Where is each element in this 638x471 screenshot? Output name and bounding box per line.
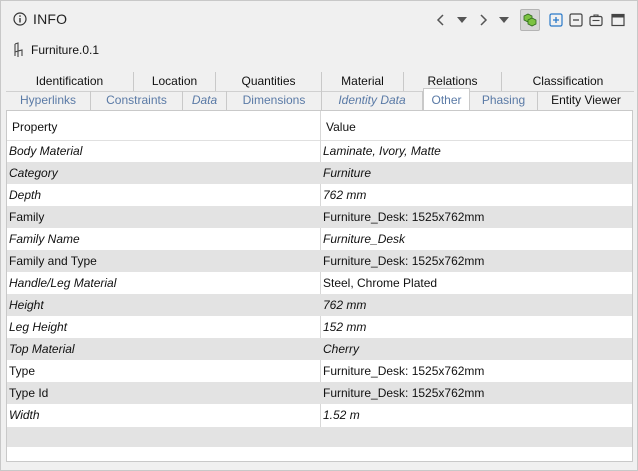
property-name: Family and Type (9, 254, 97, 268)
panel-toolbar (431, 9, 631, 31)
property-tabs: Identification Location Quantities Mater… (6, 72, 634, 111)
table-row[interactable]: Category Furniture (7, 162, 632, 184)
table-row[interactable]: Family and Type Furniture_Desk: 1525x762… (7, 250, 632, 272)
property-value: 1.52 m (323, 408, 360, 422)
tab-phasing[interactable]: Phasing (470, 91, 538, 110)
cubes-select-icon (523, 13, 537, 27)
window-toggle-button[interactable] (608, 9, 628, 31)
table-row[interactable]: Handle/Leg Material Steel, Chrome Plated (7, 272, 632, 294)
property-value: 152 mm (323, 320, 367, 334)
column-header-value[interactable]: Value (326, 111, 356, 140)
property-name: Depth (9, 188, 42, 202)
property-value: Furniture_Desk (323, 232, 406, 246)
expand-all-icon (549, 13, 563, 27)
property-value: Furniture_Desk: 1525x762mm (323, 386, 485, 400)
property-name: Category (9, 166, 58, 180)
property-name: Family (9, 210, 45, 224)
tab-location[interactable]: Location (134, 72, 216, 91)
briefcase-icon (589, 14, 603, 27)
tab-data[interactable]: Data (183, 91, 227, 110)
empty-row (7, 427, 632, 447)
forward-icon (480, 14, 488, 26)
chair-icon (14, 42, 23, 57)
back-history-dropdown[interactable] (452, 9, 472, 31)
collapse-all-button[interactable] (566, 9, 586, 31)
property-name: Family Name (9, 232, 80, 246)
tab-entity-viewer[interactable]: Entity Viewer (538, 91, 634, 110)
panel-header: INFO (1, 1, 637, 39)
property-name: Top Material (9, 342, 75, 356)
property-value: Steel, Chrome Plated (323, 276, 438, 290)
property-value: 762 mm (323, 188, 367, 202)
tab-identification[interactable]: Identification (6, 72, 134, 91)
back-icon (436, 14, 444, 26)
collapse-all-icon (569, 13, 583, 27)
property-value: 762 mm (323, 298, 367, 312)
table-row[interactable]: Width 1.52 m (7, 404, 632, 426)
property-name: Handle/Leg Material (9, 276, 117, 290)
panel-title: INFO (33, 11, 68, 27)
property-value: Furniture_Desk: 1525x762mm (323, 210, 485, 224)
tab-material[interactable]: Material (322, 72, 404, 91)
property-name: Body Material (9, 144, 83, 158)
property-value: Laminate, Ivory, Matte (323, 144, 441, 158)
column-header-property[interactable]: Property (12, 111, 57, 140)
forward-history-dropdown[interactable] (494, 9, 514, 31)
tab-classification[interactable]: Classification (502, 72, 634, 91)
property-value: Furniture_Desk: 1525x762mm (323, 254, 485, 268)
selected-entity: Furniture.0.1 (11, 42, 99, 58)
tab-hyperlinks[interactable]: Hyperlinks (6, 91, 91, 110)
table-row[interactable]: Top Material Cherry (7, 338, 632, 360)
table-row[interactable]: Type Id Furniture_Desk: 1525x762mm (7, 382, 632, 404)
property-name: Type (9, 364, 36, 378)
panel-title-group: INFO (13, 11, 67, 27)
select-in-model-button[interactable] (520, 9, 540, 31)
expand-all-button[interactable] (546, 9, 566, 31)
table-row[interactable]: Leg Height 152 mm (7, 316, 632, 338)
property-name: Leg Height (9, 320, 68, 334)
property-grid: Property Value Body Material Laminate, I… (6, 110, 633, 462)
forward-button[interactable] (473, 9, 493, 31)
entity-name: Furniture.0.1 (31, 43, 100, 57)
table-row[interactable]: Type Furniture_Desk: 1525x762mm (7, 360, 632, 382)
chevron-down-icon (499, 17, 509, 23)
tab-other[interactable]: Other (423, 88, 470, 111)
info-panel: INFO Furniture.0.1 Identification Locati… (0, 0, 638, 471)
chevron-down-icon (457, 17, 467, 23)
properties-set-button[interactable] (586, 9, 606, 31)
property-name: Height (9, 298, 44, 312)
tab-identity-data[interactable]: Identity Data (322, 91, 423, 110)
property-name: Width (9, 408, 40, 422)
property-value: Furniture_Desk: 1525x762mm (323, 364, 485, 378)
info-icon (13, 12, 27, 26)
table-row[interactable]: Depth 762 mm (7, 184, 632, 206)
table-row[interactable]: Body Material Laminate, Ivory, Matte (7, 140, 632, 162)
property-value: Furniture (323, 166, 372, 180)
tab-dimensions[interactable]: Dimensions (227, 91, 322, 110)
table-row[interactable]: Family Name Furniture_Desk (7, 228, 632, 250)
tab-quantities[interactable]: Quantities (216, 72, 322, 91)
window-icon (611, 13, 625, 27)
property-value: Cherry (323, 342, 360, 356)
table-row[interactable]: Height 762 mm (7, 294, 632, 316)
table-row[interactable]: Family Furniture_Desk: 1525x762mm (7, 206, 632, 228)
back-button[interactable] (431, 9, 451, 31)
tab-constraints[interactable]: Constraints (91, 91, 183, 110)
property-name: Type Id (9, 386, 49, 400)
